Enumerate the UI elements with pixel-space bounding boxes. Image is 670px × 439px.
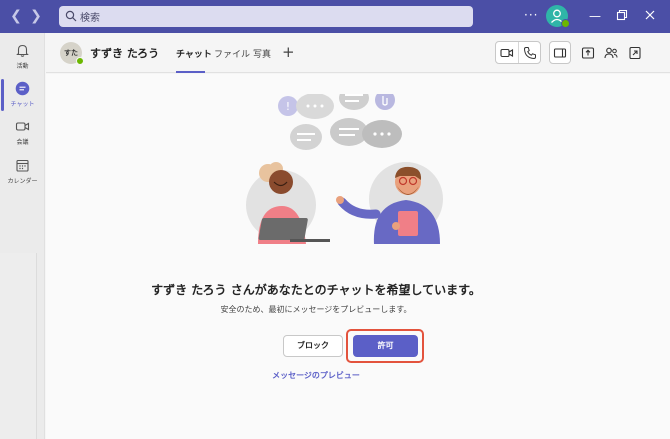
people-icon[interactable]	[604, 46, 618, 60]
rail-item-label: 活動	[16, 63, 29, 70]
divider	[518, 42, 519, 63]
calendar-icon	[16, 159, 29, 172]
popout-icon[interactable]	[628, 46, 642, 60]
rail-item-label: カレンダー	[7, 178, 38, 185]
rail-item-activity[interactable]: 活動	[0, 37, 45, 77]
search-icon	[65, 10, 77, 22]
preview-messages-link[interactable]: メッセージのプレビュー	[46, 370, 586, 381]
avatar-initials: すた	[64, 49, 78, 57]
restore-button[interactable]	[615, 9, 629, 23]
share-tray-icon[interactable]	[581, 46, 595, 60]
more-options-button[interactable]: ···	[524, 8, 538, 22]
rail-item-label: 会議	[16, 139, 29, 146]
rail-item-meetings[interactable]: 会議	[0, 113, 45, 153]
tab-chat[interactable]: チャット	[176, 47, 212, 60]
back-arrow-icon[interactable]: ❮	[8, 8, 24, 24]
rail-item-calendar[interactable]: カレンダー	[0, 152, 45, 192]
add-tab-button[interactable]: +	[282, 43, 295, 61]
presence-available-icon	[561, 19, 570, 28]
presence-available-icon	[76, 57, 84, 65]
restore-icon	[616, 9, 628, 21]
active-tab-indicator	[176, 71, 205, 73]
search-placeholder: 検索	[80, 13, 100, 24]
chat-request-illustration: !	[246, 94, 443, 244]
app-rail: 活動 チャット 会議 カレンダー	[0, 33, 45, 439]
allow-button[interactable]: 許可	[353, 335, 418, 357]
minimize-button[interactable]: —	[588, 9, 602, 23]
screen-icon	[553, 48, 567, 58]
close-icon	[645, 10, 655, 20]
forward-arrow-icon[interactable]: ❯	[28, 8, 44, 24]
request-subtext: 安全のため、最初にメッセージをプレビューします。	[220, 305, 412, 314]
chat-header: すた すずき たろう チャット ファイル 写真 +	[46, 33, 670, 73]
chat-icon	[15, 81, 30, 96]
tab-photos[interactable]: 写真	[253, 47, 271, 60]
contact-avatar[interactable]: すた	[60, 42, 84, 65]
message-request-area: ! すずき たろう さんがあなたとのチャットを希望しています。 安全のため、最初…	[46, 74, 670, 439]
video-icon	[15, 122, 30, 131]
video-call-icon[interactable]	[500, 46, 514, 60]
block-button[interactable]: ブロック	[283, 335, 343, 357]
rail-lower-area	[0, 253, 37, 439]
title-bar: ❮ ❯ 検索 ··· —	[0, 0, 670, 33]
chat-panel: すた すずき たろう チャット ファイル 写真 + ! すずき たろう さんがあ…	[46, 33, 670, 439]
svg-text:!: !	[286, 100, 290, 113]
screen-share-button[interactable]	[549, 41, 571, 64]
rail-item-label: チャット	[10, 101, 35, 108]
close-button[interactable]	[643, 9, 657, 23]
request-headline: すずき たろう さんがあなたとのチャットを希望しています。	[151, 283, 481, 297]
tab-files[interactable]: ファイル	[214, 47, 250, 60]
profile-avatar[interactable]	[546, 5, 570, 28]
rail-item-chat[interactable]: チャット	[0, 75, 45, 115]
phone-call-icon[interactable]	[523, 46, 537, 60]
search-input[interactable]: 検索	[59, 6, 473, 27]
bell-icon	[16, 44, 29, 57]
contact-name: すずき たろう	[90, 47, 160, 60]
call-button-group	[495, 41, 541, 64]
